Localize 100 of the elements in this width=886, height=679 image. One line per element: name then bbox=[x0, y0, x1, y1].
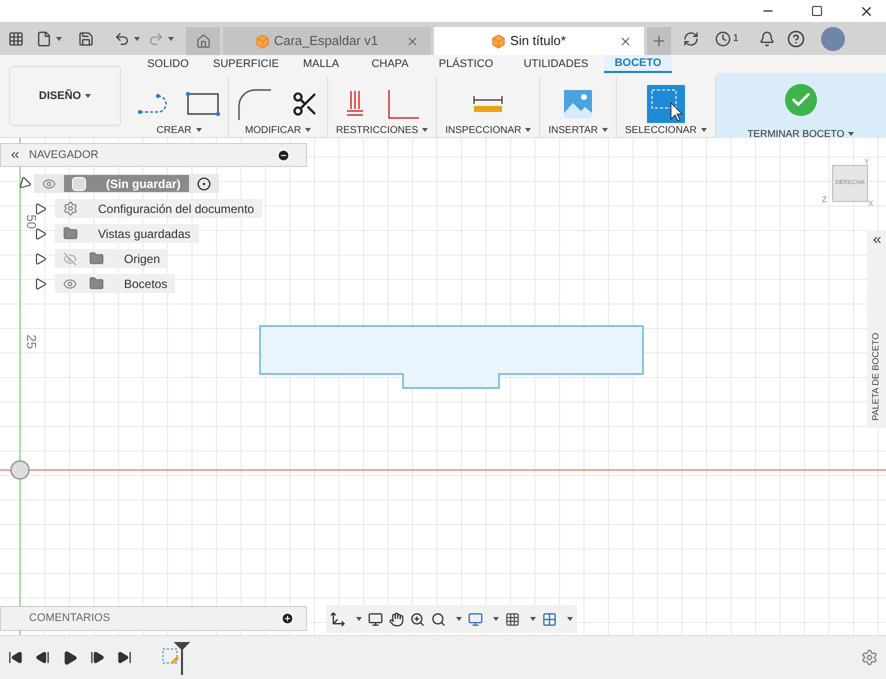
ribbon-tab[interactable]: PLÁSTICO bbox=[424, 55, 508, 73]
caret-icon bbox=[168, 36, 174, 40]
selection-box-icon[interactable] bbox=[646, 85, 685, 123]
rectangle-icon[interactable] bbox=[186, 92, 220, 116]
document-tab[interactable]: Sin título* bbox=[434, 27, 644, 55]
orbit-icon[interactable] bbox=[330, 611, 346, 627]
caret-icon bbox=[530, 617, 536, 621]
origin-marker-icon[interactable] bbox=[10, 460, 30, 480]
group-label[interactable]: SELECCIONAR bbox=[625, 123, 707, 138]
expand-toggle-icon[interactable] bbox=[35, 228, 47, 240]
viewports-icon[interactable] bbox=[542, 612, 557, 626]
group-label[interactable]: RESTRICCIONES bbox=[336, 123, 428, 138]
image-icon[interactable] bbox=[563, 89, 594, 119]
fit-icon[interactable] bbox=[431, 612, 446, 626]
activate-radio-icon[interactable] bbox=[196, 176, 211, 190]
pan-icon[interactable] bbox=[389, 612, 404, 626]
folder-icon bbox=[63, 226, 78, 241]
component-label: (Sin guardar) bbox=[64, 175, 189, 192]
caret-icon bbox=[567, 617, 573, 621]
plus-icon bbox=[651, 33, 667, 49]
new-tab-button[interactable] bbox=[647, 27, 671, 55]
look-at-icon[interactable] bbox=[368, 612, 383, 626]
caret-icon bbox=[56, 36, 62, 40]
apps-grid-icon[interactable] bbox=[8, 30, 24, 46]
close-tab-icon[interactable] bbox=[406, 34, 419, 48]
play-icon[interactable] bbox=[62, 650, 78, 666]
ruler-label: 50 bbox=[22, 214, 40, 229]
ribbon-tab[interactable]: SOLIDO bbox=[130, 55, 206, 73]
previous-step-icon[interactable] bbox=[35, 650, 50, 665]
caret-icon bbox=[134, 36, 140, 40]
palette-title: PALETA DE BOCETO bbox=[870, 332, 882, 421]
tree-item[interactable]: Vistas guardadas bbox=[55, 224, 199, 243]
box-icon bbox=[254, 34, 270, 48]
document-tab[interactable]: Cara_Espaldar v1 bbox=[223, 27, 431, 55]
ruler-icon[interactable] bbox=[473, 94, 504, 114]
group-label[interactable]: MODIFICAR bbox=[244, 123, 312, 138]
maximize-icon[interactable] bbox=[811, 5, 823, 17]
next-step-icon[interactable] bbox=[90, 650, 105, 665]
refresh-icon[interactable] bbox=[683, 30, 699, 46]
sketch-feature-icon[interactable] bbox=[160, 640, 190, 674]
tree-item[interactable]: Bocetos bbox=[55, 274, 176, 293]
collapse-icon[interactable] bbox=[9, 149, 21, 161]
notification-bell-icon[interactable] bbox=[758, 30, 775, 46]
undo-icon[interactable] bbox=[114, 30, 130, 46]
ribbon-tab[interactable]: SUPERFICIE bbox=[206, 55, 286, 73]
workspace-dropdown[interactable]: DISEÑO bbox=[9, 66, 121, 126]
panel-title: NAVEGADOR bbox=[29, 148, 98, 163]
clock-icon[interactable] bbox=[715, 30, 731, 46]
axis-letter: Z bbox=[822, 194, 827, 206]
save-icon[interactable] bbox=[78, 30, 94, 46]
caret-icon bbox=[85, 94, 92, 98]
component-icon bbox=[72, 176, 86, 190]
last-step-icon[interactable] bbox=[117, 650, 132, 665]
zoom-icon[interactable] bbox=[410, 612, 425, 626]
settings-icon[interactable] bbox=[861, 649, 878, 666]
home-tab[interactable] bbox=[186, 27, 220, 55]
first-step-icon[interactable] bbox=[8, 650, 23, 665]
help-icon[interactable] bbox=[786, 30, 805, 48]
eye-icon[interactable] bbox=[63, 276, 77, 290]
group-label[interactable]: CREAR bbox=[156, 123, 202, 138]
file-icon[interactable] bbox=[36, 30, 52, 46]
gear-icon bbox=[63, 201, 78, 216]
close-tab-icon[interactable] bbox=[619, 34, 632, 48]
ribbon-tab[interactable]: BOCETO bbox=[604, 55, 672, 73]
expand-toggle-icon[interactable] bbox=[35, 252, 47, 264]
ribbon-tab[interactable]: MALLA bbox=[286, 55, 356, 73]
home-icon bbox=[196, 34, 210, 48]
panel-title: COMENTARIOS bbox=[29, 611, 110, 626]
folder-icon bbox=[89, 276, 104, 291]
axis-letter: X bbox=[868, 198, 874, 210]
expand-toggle-icon[interactable] bbox=[35, 278, 47, 290]
fillet-icon[interactable] bbox=[237, 88, 271, 120]
caret-icon bbox=[196, 128, 202, 132]
expand-panel-icon[interactable] bbox=[870, 234, 882, 246]
caret-icon bbox=[356, 617, 362, 621]
group-label[interactable]: INSPECCIONAR bbox=[445, 123, 532, 138]
ruler-label: 25 bbox=[22, 334, 40, 349]
caret-icon bbox=[493, 617, 499, 621]
display-icon[interactable] bbox=[468, 612, 483, 626]
tree-item[interactable]: Configuración del documento bbox=[55, 199, 262, 218]
caret-icon bbox=[602, 128, 608, 132]
minimize-panel-icon[interactable] bbox=[277, 148, 290, 162]
caret-icon bbox=[700, 128, 707, 132]
eye-icon[interactable] bbox=[42, 176, 56, 190]
expand-toggle-icon[interactable] bbox=[35, 202, 47, 214]
caret-icon bbox=[525, 128, 532, 132]
ribbon-tab[interactable]: UTILIDADES bbox=[508, 55, 604, 73]
caret-icon bbox=[422, 128, 428, 132]
expand-comments-icon[interactable] bbox=[281, 612, 294, 625]
folder-icon bbox=[89, 251, 104, 266]
tree-item[interactable]: Origen bbox=[55, 249, 168, 268]
ribbon-tab[interactable]: CHAPA bbox=[356, 55, 424, 73]
job-count: 1 bbox=[733, 32, 739, 46]
group-label[interactable]: INSERTAR bbox=[548, 123, 608, 138]
axis-letter: Y bbox=[864, 156, 870, 168]
caret-icon bbox=[456, 617, 462, 621]
fix-constraint-icon[interactable] bbox=[345, 89, 366, 119]
palette-tab[interactable]: PALETA DE BOCETO bbox=[867, 230, 886, 428]
box-icon bbox=[491, 34, 506, 48]
grid-icon[interactable] bbox=[505, 612, 520, 626]
